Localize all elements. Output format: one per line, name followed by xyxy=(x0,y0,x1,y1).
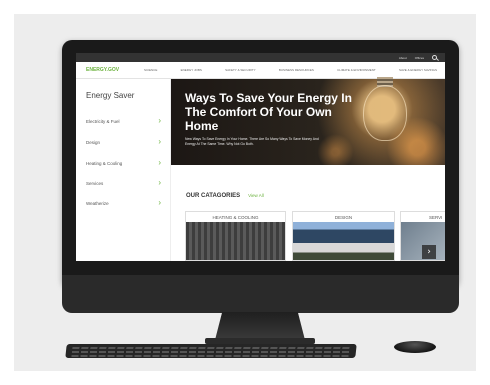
nav-item-climate-environment[interactable]: Climate & Environment xyxy=(337,68,376,72)
key-row xyxy=(71,351,350,353)
nav-item-energy-jobs[interactable]: Energy Jobs xyxy=(181,68,202,72)
nav-item-safety-security[interactable]: Safety & Security xyxy=(225,68,255,72)
utility-bar: About Offices xyxy=(76,53,445,62)
screen: About Offices ENERGY.GOV Science Energy … xyxy=(76,53,445,261)
nav-item-science[interactable]: Science xyxy=(144,68,157,72)
category-card-design[interactable]: Design xyxy=(292,211,395,261)
chevron-right-icon: › xyxy=(158,198,161,207)
nav-links: Science Energy Jobs Safety & Security Bu… xyxy=(144,68,445,72)
key-row xyxy=(71,355,350,357)
mouse xyxy=(394,341,436,353)
sidebar: Energy Saver Electricity & Fuel › Design… xyxy=(76,79,171,261)
nav-item-business-resources[interactable]: Business Resources xyxy=(279,68,314,72)
chevron-right-icon: › xyxy=(158,178,161,187)
sidebar-item-label: Design xyxy=(86,139,101,145)
radiator-image xyxy=(186,222,285,260)
sidebar-item-label: Heating & Cooling xyxy=(86,160,123,166)
hero-subtitle: New Ways To Save Energy In Your Home. Th… xyxy=(185,137,319,146)
categories-title: OUR CATAGORIES xyxy=(186,193,241,199)
sidebar-item-services[interactable]: Services › xyxy=(86,176,161,190)
sidebar-item-label: Weatherize xyxy=(86,200,109,206)
search-icon[interactable] xyxy=(432,55,437,60)
keyboard xyxy=(65,344,357,358)
sidebar-item-label: Services xyxy=(86,180,104,186)
category-card-heating-cooling[interactable]: Heating & Cooling xyxy=(185,211,286,261)
key-row xyxy=(72,347,351,349)
sidebar-item-heating-cooling[interactable]: Heating & Cooling › xyxy=(86,156,161,170)
category-card-label: Heating & Cooling xyxy=(212,214,259,220)
chevron-right-icon: › xyxy=(158,137,161,146)
apple-logo-icon xyxy=(249,283,271,305)
about-link[interactable]: About xyxy=(399,56,407,60)
category-card-label: Servi xyxy=(429,214,443,220)
chevron-right-icon: › xyxy=(158,116,161,125)
chevron-right-icon: › xyxy=(158,158,161,167)
offices-link[interactable]: Offices xyxy=(415,56,424,60)
light-bulb-image xyxy=(363,85,407,141)
category-card-label: Design xyxy=(334,214,353,220)
house-image xyxy=(293,222,394,260)
next-arrow-icon[interactable]: › xyxy=(422,245,436,259)
sidebar-item-design[interactable]: Design › xyxy=(86,135,161,149)
sidebar-item-label: Electricity & Fuel xyxy=(86,118,120,124)
monitor-stand xyxy=(215,312,305,340)
hero-banner: Ways To Save Your Energy In The Comfort … xyxy=(171,77,445,165)
nav-item-save-energy-savings[interactable]: Save & Energy Savings xyxy=(399,68,437,72)
site-logo[interactable]: ENERGY.GOV xyxy=(86,67,144,73)
view-all-link[interactable]: View All xyxy=(248,193,264,198)
sidebar-item-electricity-fuel[interactable]: Electricity & Fuel › xyxy=(86,114,161,128)
categories-header: OUR CATAGORIES View All xyxy=(186,193,264,199)
hero-title: Ways To Save Your Energy In The Comfort … xyxy=(185,91,352,133)
sidebar-item-weatherize[interactable]: Weatherize › xyxy=(86,196,161,210)
sidebar-title: Energy Saver xyxy=(86,91,135,100)
